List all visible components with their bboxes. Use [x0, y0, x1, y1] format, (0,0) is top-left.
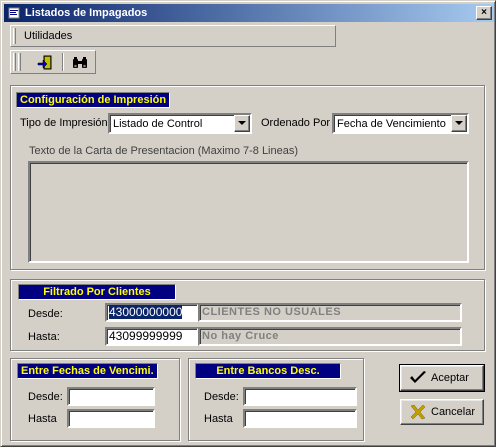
client-filter-group: Filtrado Por Clientes Desde: 43000000000…	[10, 279, 485, 351]
print-config-group: Configuración de Impresión Tipo de Impre…	[10, 85, 485, 270]
cover-letter-textarea[interactable]	[28, 161, 469, 263]
accept-button-label: Aceptar	[431, 372, 469, 384]
client-from-description: CLIENTES NO USUALES	[198, 303, 462, 322]
close-button[interactable]: ×	[476, 6, 492, 20]
order-by-select[interactable]: Fecha de Vencimiento	[332, 113, 469, 134]
menu-bar: Utilidades	[10, 25, 336, 47]
cancel-button[interactable]: Cancelar	[400, 399, 484, 425]
bank-from-input[interactable]	[243, 387, 357, 406]
exit-toolbar-button[interactable]	[33, 53, 57, 73]
app-icon	[8, 7, 20, 19]
menubar-grip[interactable]	[13, 28, 16, 44]
order-by-label: Ordenado Por	[261, 117, 331, 129]
bank-to-input[interactable]	[243, 409, 357, 428]
client-from-label: Desde:	[28, 308, 63, 320]
menu-utilidades[interactable]: Utilidades	[24, 30, 72, 42]
print-type-dropdown-button[interactable]	[234, 115, 250, 132]
cancel-button-label: Cancelar	[431, 406, 476, 418]
checkmark-icon	[410, 371, 426, 383]
client-to-description: No hay Cruce	[198, 327, 462, 346]
print-type-label: Tipo de Impresión	[20, 117, 108, 129]
exit-door-icon	[37, 55, 52, 70]
chevron-down-icon	[455, 121, 463, 125]
toolbar-grip-secondary	[18, 53, 21, 71]
cover-letter-label: Texto de la Carta de Presentacion (Maxim…	[29, 145, 299, 157]
toolbar-grip[interactable]	[13, 53, 16, 71]
toolbar-separator	[62, 53, 64, 71]
binoculars-icon	[73, 57, 87, 68]
search-toolbar-button[interactable]	[68, 53, 92, 73]
bank-to-label: Hasta	[204, 413, 233, 425]
order-by-value: Fecha de Vencimiento	[337, 118, 446, 130]
due-date-to-label: Hasta	[28, 413, 57, 425]
due-date-from-input[interactable]	[67, 387, 155, 406]
chevron-down-icon	[238, 121, 246, 125]
print-type-select[interactable]: Listado de Control	[108, 113, 252, 134]
client-to-input[interactable]: 43099999999	[105, 327, 199, 346]
window-title: Listados de Impagados	[25, 7, 148, 19]
client-from-input[interactable]: 43000000000	[105, 303, 199, 322]
dialog-window: Listados de Impagados × Utilidades Confi…	[0, 0, 496, 447]
order-by-dropdown-button[interactable]	[451, 115, 467, 132]
print-type-value: Listado de Control	[113, 118, 203, 130]
client-to-label: Hasta:	[28, 331, 60, 343]
print-config-title: Configuración de Impresión	[16, 92, 171, 108]
bank-range-group: Entre Bancos Desc. Desde: Hasta	[188, 358, 364, 441]
due-date-title: Entre Fechas de Vencimi.	[17, 363, 158, 379]
close-icon: ×	[481, 7, 487, 18]
toolbar	[10, 50, 96, 74]
bank-from-label: Desde:	[204, 391, 239, 403]
title-bar[interactable]: Listados de Impagados ×	[4, 4, 494, 22]
due-date-from-label: Desde:	[28, 391, 63, 403]
due-date-group: Entre Fechas de Vencimi. Desde: Hasta	[10, 358, 180, 441]
client-filter-title: Filtrado Por Clientes	[18, 284, 176, 300]
accept-button[interactable]: Aceptar	[399, 364, 485, 392]
due-date-to-input[interactable]	[67, 409, 155, 428]
bank-range-title: Entre Bancos Desc.	[195, 363, 341, 379]
client-from-value: 43000000000	[109, 305, 183, 319]
cancel-x-icon	[410, 404, 426, 420]
